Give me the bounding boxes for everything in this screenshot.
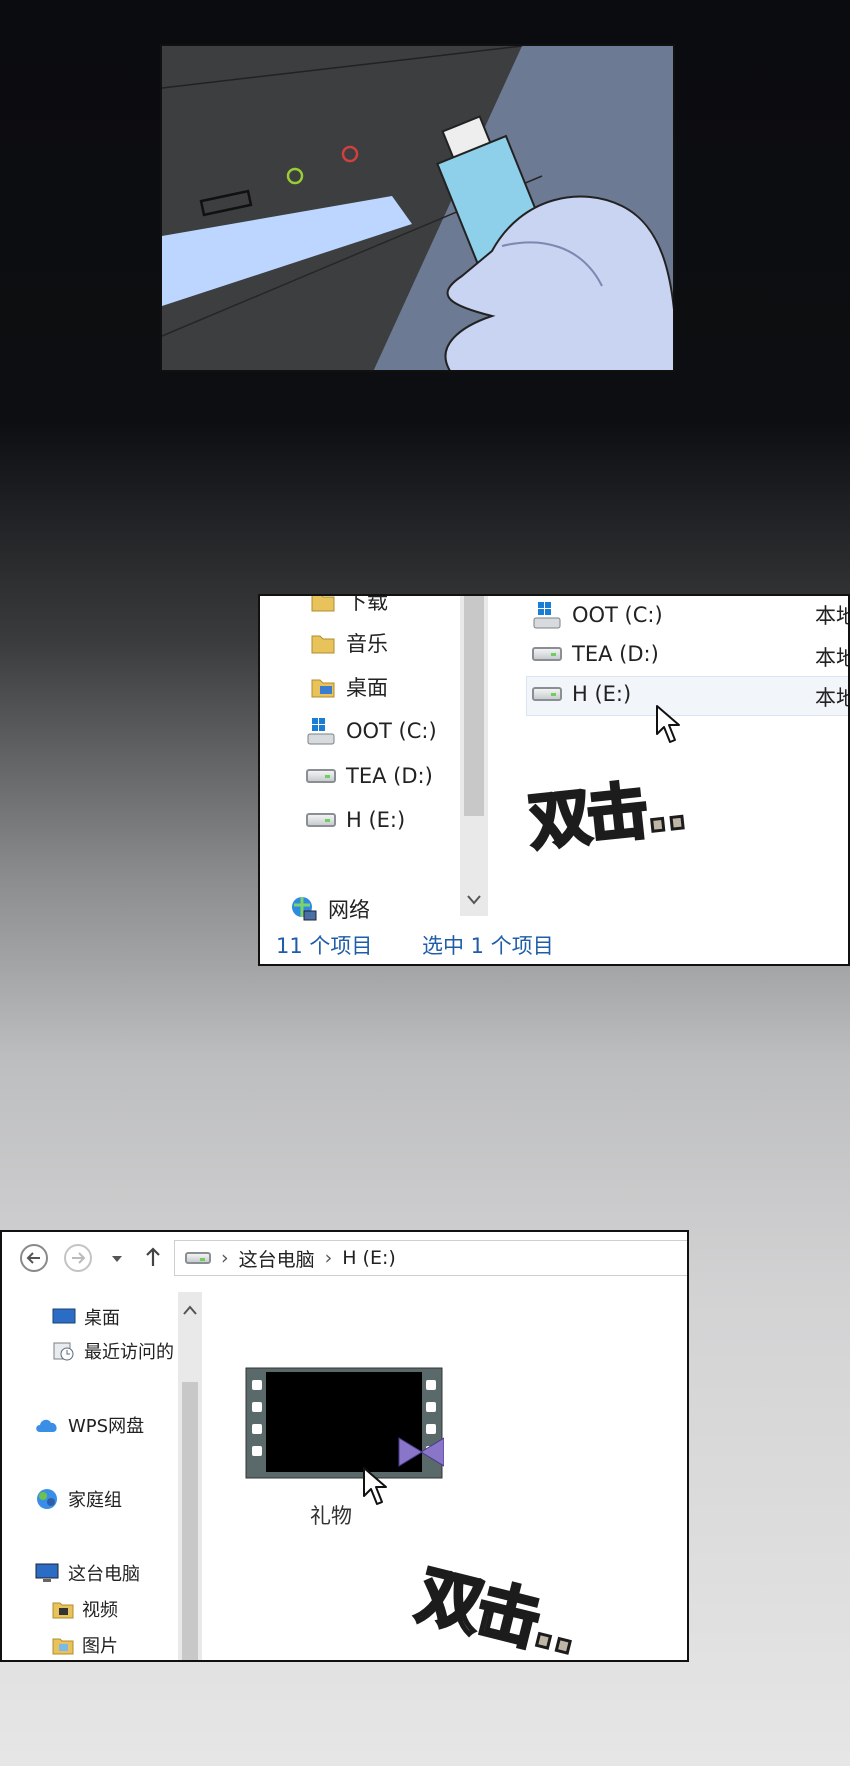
nav-item-videos[interactable]: 视频 — [52, 1596, 118, 1622]
up-arrow-icon[interactable] — [144, 1246, 162, 1268]
pictures-folder-icon — [52, 1638, 74, 1655]
nav-item-recent[interactable]: 最近访问的 — [52, 1338, 174, 1364]
drive-row-c[interactable]: OOT (C:) — [532, 600, 663, 630]
nav-item-homegroup[interactable]: 家庭组 — [34, 1486, 122, 1512]
drive-icon — [532, 687, 562, 701]
nav-item-label: 下载 — [346, 594, 388, 614]
nav-item-music[interactable]: 音乐 — [310, 628, 388, 658]
nav-item-drive-c[interactable]: OOT (C:) — [306, 716, 437, 746]
homegroup-icon — [37, 1489, 57, 1509]
nav-item-label: WPS网盘 — [68, 1416, 145, 1437]
nav-item-label: 网络 — [328, 898, 370, 922]
arrow-right-icon — [72, 1252, 86, 1264]
usb-insert-illustration — [162, 46, 673, 370]
nav-item-label: 图片 — [82, 1636, 118, 1657]
chevron-up-icon[interactable] — [182, 1304, 198, 1316]
arrow-left-icon — [26, 1252, 40, 1264]
drive-icon — [185, 1252, 211, 1264]
nav-item-this-pc[interactable]: 这台电脑 — [34, 1560, 140, 1586]
breadcrumb-h-drive[interactable]: H (E:) — [342, 1247, 396, 1269]
nav-item-pictures[interactable]: 图片 — [52, 1632, 118, 1658]
drive-name: OOT (C:) — [572, 603, 663, 627]
breadcrumb-separator-icon: › — [324, 1247, 333, 1269]
video-file-icon — [245, 1367, 445, 1479]
status-selected-count: 选中 1 个项目 — [422, 934, 554, 958]
back-button[interactable] — [20, 1244, 48, 1272]
nav-scrollbar-thumb[interactable] — [464, 596, 484, 816]
drive-type-c: 本地 — [815, 600, 848, 630]
cursor-arrow-icon — [363, 1467, 387, 1505]
forward-button[interactable] — [64, 1244, 92, 1272]
nav-item-drive-e[interactable]: H (E:) — [306, 808, 405, 832]
drive-type-e: 本地 — [815, 682, 848, 712]
nav-item-label: 桌面 — [84, 1308, 120, 1329]
desktop-icon — [52, 1308, 76, 1324]
nav-item-label: OOT (C:) — [346, 719, 437, 743]
nav-item-wps-cloud[interactable]: WPS网盘 — [34, 1412, 144, 1438]
nav-item-label: 家庭组 — [68, 1490, 122, 1511]
sfx-double-click: 双击.. — [408, 1557, 585, 1662]
nav-item-label: 音乐 — [346, 632, 388, 656]
drive-type-label: 本地 — [815, 686, 848, 710]
breadcrumb-separator-icon: › — [221, 1247, 229, 1269]
folder-icon — [311, 635, 335, 654]
nav-item-label: 桌面 — [346, 676, 388, 700]
nav-item-label: H (E:) — [346, 808, 406, 832]
nav-item-label: 这台电脑 — [68, 1564, 140, 1585]
breadcrumb-this-pc[interactable]: 这台电脑 — [239, 1245, 315, 1272]
nav-item-network[interactable]: 网络 — [290, 894, 370, 924]
recent-places-icon — [53, 1342, 74, 1361]
cloud-icon — [36, 1419, 57, 1432]
drive-icon — [306, 813, 336, 827]
nav-item-drive-d[interactable]: TEA (D:) — [306, 764, 433, 788]
videos-folder-icon — [52, 1602, 74, 1619]
chevron-down-icon[interactable] — [466, 894, 482, 906]
explorer-window-h-drive: › 这台电脑 › H (E:) 桌面 最近访问的 WPS网盘 家庭组 这台电脑 … — [0, 1230, 689, 1662]
drive-row-d[interactable]: TEA (D:) — [532, 642, 659, 666]
address-bar[interactable]: › 这台电脑 › H (E:) — [174, 1240, 687, 1276]
nav-item-label: 视频 — [82, 1600, 118, 1621]
recent-locations-dropdown-icon[interactable] — [110, 1254, 124, 1264]
nav-item-desktop[interactable]: 桌面 — [310, 672, 388, 702]
explorer-window-drives: 下载 音乐 桌面 OOT (C:) TEA (D:) H (E:) 网络 OOT… — [258, 594, 850, 966]
system-drive-icon — [307, 718, 335, 745]
sfx-double-click: 双击.. — [524, 769, 689, 861]
drive-type-label: 本地 — [815, 604, 848, 628]
folder-icon — [311, 596, 335, 612]
computer-icon — [35, 1563, 59, 1582]
nav-item-downloads[interactable]: 下载 — [310, 594, 388, 616]
system-drive-icon — [533, 602, 561, 629]
video-file-icon-tile[interactable] — [244, 1366, 445, 1482]
drive-name: H (E:) — [572, 682, 632, 706]
drive-type-label: 本地 — [815, 646, 848, 670]
folder-icon — [311, 679, 335, 698]
nav-item-desktop[interactable]: 桌面 — [52, 1304, 120, 1330]
drive-icon — [532, 647, 562, 661]
drive-name: TEA (D:) — [572, 642, 659, 666]
nav-item-label: TEA (D:) — [346, 764, 433, 788]
file-name-label: 礼物 — [310, 1504, 352, 1528]
drive-type-d: 本地 — [815, 642, 848, 672]
nav-item-label: 最近访问的 — [84, 1342, 174, 1363]
nav-scrollbar-thumb[interactable] — [182, 1382, 198, 1660]
drive-icon — [306, 769, 336, 783]
usb-illustration-panel — [160, 44, 675, 372]
drive-row-e[interactable]: H (E:) — [532, 682, 631, 706]
cursor-arrow-icon — [656, 705, 680, 743]
network-icon — [292, 897, 317, 921]
status-item-count: 11 个项目 — [276, 934, 373, 958]
